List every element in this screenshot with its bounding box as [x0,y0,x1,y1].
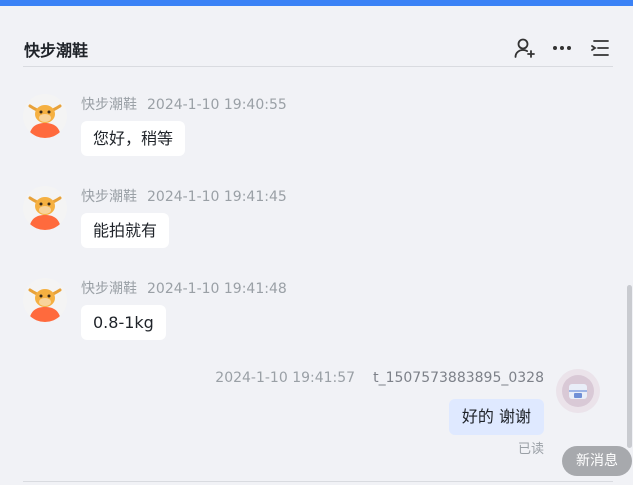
input-divider [23,481,613,482]
self-message-bubble[interactable]: 好的 谢谢 [448,399,544,435]
message-time: 2024-1-10 19:41:48 [147,281,287,297]
chat-title: 快步潮鞋 [24,41,89,60]
scrollbar-thumb[interactable] [627,285,632,448]
self-message-meta: 2024-1-10 19:41:57 t_1507573883895_0328 [215,370,544,386]
self-sender-name: t_1507573883895_0328 [373,370,544,386]
message-bubble[interactable]: 0.8-1kg [81,305,166,340]
shop-avatar[interactable] [23,186,67,230]
menu-list-icon[interactable] [588,36,612,60]
sender-name: 快步潮鞋 [81,281,137,297]
shop-avatar[interactable] [23,278,67,322]
chat-header: 快步潮鞋 [23,6,613,67]
message-time: 2024-1-10 19:40:55 [147,97,287,113]
add-member-icon[interactable] [513,36,537,60]
message-time: 2024-1-10 19:41:45 [147,189,287,205]
read-status: 已读 [517,442,544,457]
more-icon[interactable] [550,36,574,60]
shop-avatar[interactable] [23,94,67,138]
sender-name: 快步潮鞋 [81,189,137,205]
new-message-button[interactable]: 新消息 [562,446,632,476]
message-bubble[interactable]: 能拍就有 [81,213,170,248]
user-avatar[interactable] [556,369,600,413]
sender-name: 快步潮鞋 [81,97,137,113]
self-message-time: 2024-1-10 19:41:57 [215,370,356,386]
message-bubble[interactable]: 您好，稍等 [81,121,186,156]
